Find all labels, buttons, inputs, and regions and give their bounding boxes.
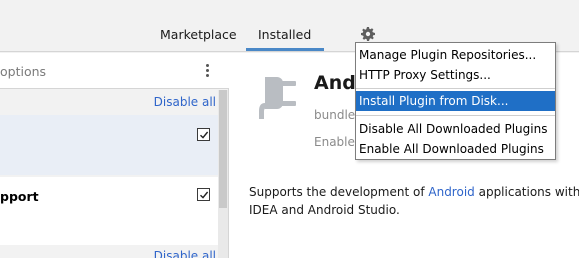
disable-all-link[interactable]: Disable all — [154, 249, 216, 258]
plugin-description: Supports the development of Android appl… — [249, 183, 579, 219]
more-options-icon[interactable] — [206, 64, 210, 78]
menu-item-disable-all-downloaded[interactable]: Disable All Downloaded Plugins — [356, 119, 555, 139]
menu-item-enable-all-downloaded[interactable]: Enable All Downloaded Plugins — [356, 139, 555, 159]
plugin-enabled-checkbox[interactable] — [197, 128, 210, 141]
scrollbar-thumb[interactable] — [219, 90, 227, 208]
plugin-enabled-checkbox[interactable] — [197, 188, 210, 201]
menu-item-install-from-disk[interactable]: Install Plugin from Disk... — [356, 91, 555, 111]
plugin-bundled-label: bundle — [314, 108, 356, 122]
menu-separator — [356, 115, 555, 116]
tab-marketplace[interactable]: Marketplace — [160, 27, 237, 42]
tab-installed[interactable]: Installed — [258, 27, 311, 42]
plugin-list-panel: options Disable all pport Disable all — [0, 53, 229, 258]
tab-installed-underline — [246, 48, 324, 51]
menu-item-http-proxy[interactable]: HTTP Proxy Settings... — [356, 65, 555, 85]
description-text: Supports the development of — [249, 185, 429, 199]
settings-dropdown-menu: Manage Plugin Repositories... HTTP Proxy… — [355, 42, 556, 160]
disable-all-link[interactable]: Disable all — [154, 95, 216, 109]
description-text: applications with I — [474, 185, 579, 199]
search-field[interactable]: options — [0, 53, 229, 89]
enable-button[interactable]: Enable — [314, 135, 355, 149]
menu-item-manage-repositories[interactable]: Manage Plugin Repositories... — [356, 45, 555, 65]
android-link[interactable]: Android — [428, 185, 474, 199]
description-text: IDEA and Android Studio. — [249, 203, 400, 217]
gear-icon[interactable] — [360, 26, 376, 42]
search-options-text: options — [0, 64, 47, 79]
list-item[interactable]: pport — [0, 177, 218, 245]
plugin-plug-icon — [259, 77, 296, 119]
list-item-selected[interactable] — [0, 115, 218, 175]
menu-separator — [356, 88, 555, 89]
plugin-title: pport — [0, 189, 39, 204]
